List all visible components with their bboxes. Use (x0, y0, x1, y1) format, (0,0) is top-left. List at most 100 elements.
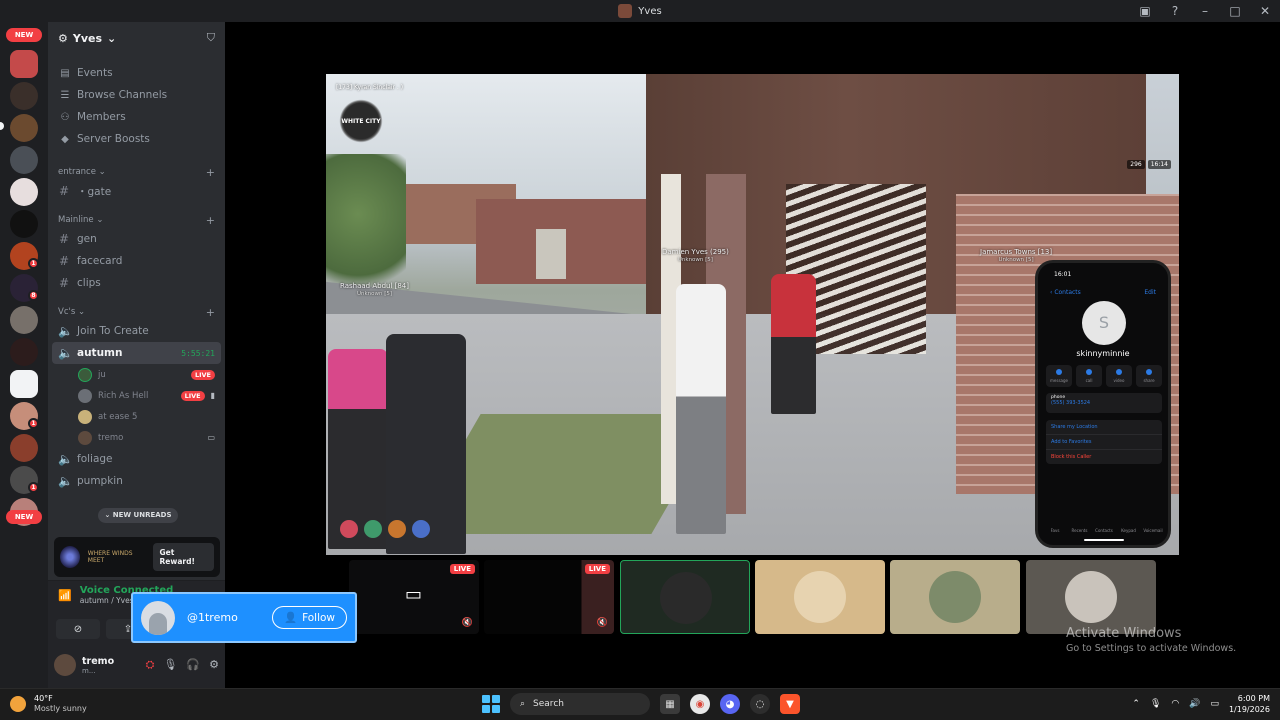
inbox-icon[interactable]: ▣ (1138, 4, 1152, 18)
app-icon[interactable]: ◌ (750, 694, 770, 714)
search-box[interactable]: ⌕ Search (510, 693, 650, 715)
phone-tabs: Favs Recents Contacts Keypad Voicemail (1044, 528, 1164, 533)
gear-icon[interactable]: ⚙ (209, 658, 219, 672)
server-name[interactable]: ⚙ Yves ⌄ (58, 32, 116, 45)
server-icon[interactable] (10, 338, 38, 366)
promo-banner[interactable]: WHERE WINDS MEET Get Reward! (54, 537, 220, 577)
headphones-icon[interactable]: 🎧 (186, 658, 200, 672)
participant-tile[interactable] (755, 560, 885, 634)
menu-server-boosts[interactable]: ◆ Server Boosts (52, 128, 221, 150)
task-view-icon[interactable]: ▦ (660, 694, 680, 714)
player-tag: Rashaad Abdul [84] Unknown [5] (340, 282, 409, 298)
menu-browse-channels[interactable]: ☰ Browse Channels (52, 84, 221, 106)
chevron-down-icon: ⌄ (107, 31, 117, 45)
add-channel-icon[interactable]: + (206, 214, 215, 227)
maximize-button[interactable]: □ (1228, 4, 1242, 18)
chevron-up-icon[interactable]: ⌃ (1132, 699, 1140, 709)
stream-video[interactable]: Rashaad Abdul [84] Unknown [5] Damien Yv… (326, 74, 1179, 555)
clock[interactable]: 6:00 PM 1/19/2026 (1229, 693, 1270, 715)
contact-options: Share my Location Add to Favorites Block… (1046, 420, 1162, 464)
participant-tile[interactable] (890, 560, 1020, 634)
search-label: Search (533, 699, 564, 709)
camera-icon: ▮ (210, 391, 215, 400)
server-icon[interactable] (10, 306, 38, 334)
hash-icon: # (58, 232, 70, 246)
add-channel-icon[interactable]: + (206, 306, 215, 319)
person-icon (149, 612, 167, 635)
channel-join-to-create[interactable]: 🔈 Join To Create (52, 320, 221, 342)
channel-foliage[interactable]: 🔈 foliage (52, 448, 221, 470)
start-button[interactable] (482, 695, 500, 713)
server-icon[interactable] (10, 370, 38, 398)
channel-clips[interactable]: # clips (52, 272, 221, 294)
wifi-icon[interactable]: ◠ (1171, 699, 1179, 709)
hud-player-info: [173] Kyran Sinclair . ) (336, 84, 404, 91)
server-icon[interactable] (10, 50, 38, 78)
category-mainline[interactable]: Mainline ⌄ + (48, 212, 225, 228)
server-icon[interactable] (10, 178, 38, 206)
participant-tile[interactable]: LIVE 🔇 (484, 560, 614, 634)
muted-icon: 🔇 (596, 618, 608, 628)
help-icon[interactable]: ? (1168, 4, 1182, 18)
chrome-icon[interactable]: ◉ (690, 694, 710, 714)
discord-icon[interactable]: ◕ (720, 694, 740, 714)
server-icon[interactable] (10, 434, 38, 462)
new-badge: NEW (6, 510, 42, 524)
participant-tile[interactable]: LIVE ▭ 🔇 (349, 560, 479, 634)
volume-icon[interactable]: 🔊 (1189, 699, 1200, 709)
voice-user[interactable]: tremo ▭ (78, 427, 225, 448)
channel-facecard[interactable]: # facecard (52, 250, 221, 272)
server-icon[interactable] (10, 114, 38, 142)
follow-button[interactable]: 👤 Follow (271, 606, 347, 629)
channel-gen[interactable]: # gen (52, 228, 221, 250)
user-name[interactable]: tremo (82, 656, 114, 667)
brave-icon[interactable]: ▼ (780, 694, 800, 714)
participant-tile-speaking[interactable] (620, 560, 750, 634)
get-reward-button[interactable]: Get Reward! (152, 543, 215, 571)
menu-events[interactable]: ▤ Events (52, 62, 221, 84)
server-icon[interactable] (10, 146, 38, 174)
clock-time: 6:00 PM (1237, 694, 1270, 703)
hud-time: 16:14 (1147, 160, 1171, 169)
user-panel: tremo m... ⛭ 🎙 🎧 ⚙ (48, 642, 225, 688)
channel-label: clips (77, 277, 101, 289)
voice-user[interactable]: ju LIVE (78, 364, 225, 385)
avatar (141, 600, 175, 635)
menu-members[interactable]: ⚇ Members (52, 106, 221, 128)
voice-user[interactable]: Rich As Hell LIVE ▮ (78, 385, 225, 406)
avatar (78, 388, 92, 403)
video-icon: video (1106, 365, 1132, 387)
mic-icon[interactable]: 🎙 (1150, 699, 1161, 709)
add-channel-icon[interactable]: + (206, 166, 215, 179)
weather-status: Mostly sunny (34, 704, 87, 713)
follow-label: Follow (302, 611, 335, 624)
new-unreads-button[interactable]: ⌄ NEW UNREADS (98, 508, 178, 523)
channel-pumpkin[interactable]: 🔈 pumpkin (52, 470, 221, 492)
weather-widget[interactable]: 40°F Mostly sunny (10, 694, 87, 714)
camera-off-button[interactable]: ⊘ (56, 619, 100, 639)
invite-icon[interactable]: ⛉ (207, 31, 215, 45)
voice-user-name: Rich As Hell (98, 390, 149, 401)
close-button[interactable]: ✕ (1258, 4, 1272, 18)
category-vcs[interactable]: Vc's ⌄ + (48, 304, 225, 320)
contact-phone: phone (555) 393-3524 (1046, 393, 1162, 413)
server-header[interactable]: ⚙ Yves ⌄ ⛉ (48, 22, 225, 54)
avatar[interactable] (54, 654, 76, 676)
channel-autumn[interactable]: 🔈 autumn 5:55:21 (52, 342, 221, 364)
mic-icon[interactable]: 🎙 (163, 658, 177, 672)
speaker-icon: 🔈 (58, 346, 73, 360)
server-icon[interactable] (10, 210, 38, 238)
channel-gate[interactable]: # ・gate (52, 180, 221, 202)
battery-icon[interactable]: ▭ (1210, 699, 1219, 709)
category-label: entrance (58, 167, 96, 177)
activate-subtitle: Go to Settings to activate Windows. (1066, 643, 1237, 654)
phone-tab: Contacts (1095, 528, 1113, 533)
category-entrance[interactable]: entrance ⌄ + (48, 164, 225, 180)
minimize-button[interactable]: – (1198, 4, 1212, 18)
participant-tile[interactable] (1026, 560, 1156, 634)
server-icon[interactable] (10, 82, 38, 110)
gamepad-icon[interactable]: ⛭ (146, 658, 155, 672)
hash-icon: # (58, 254, 70, 268)
voice-user[interactable]: at ease 5 (78, 406, 225, 427)
server-name-text: Yves (72, 31, 103, 45)
